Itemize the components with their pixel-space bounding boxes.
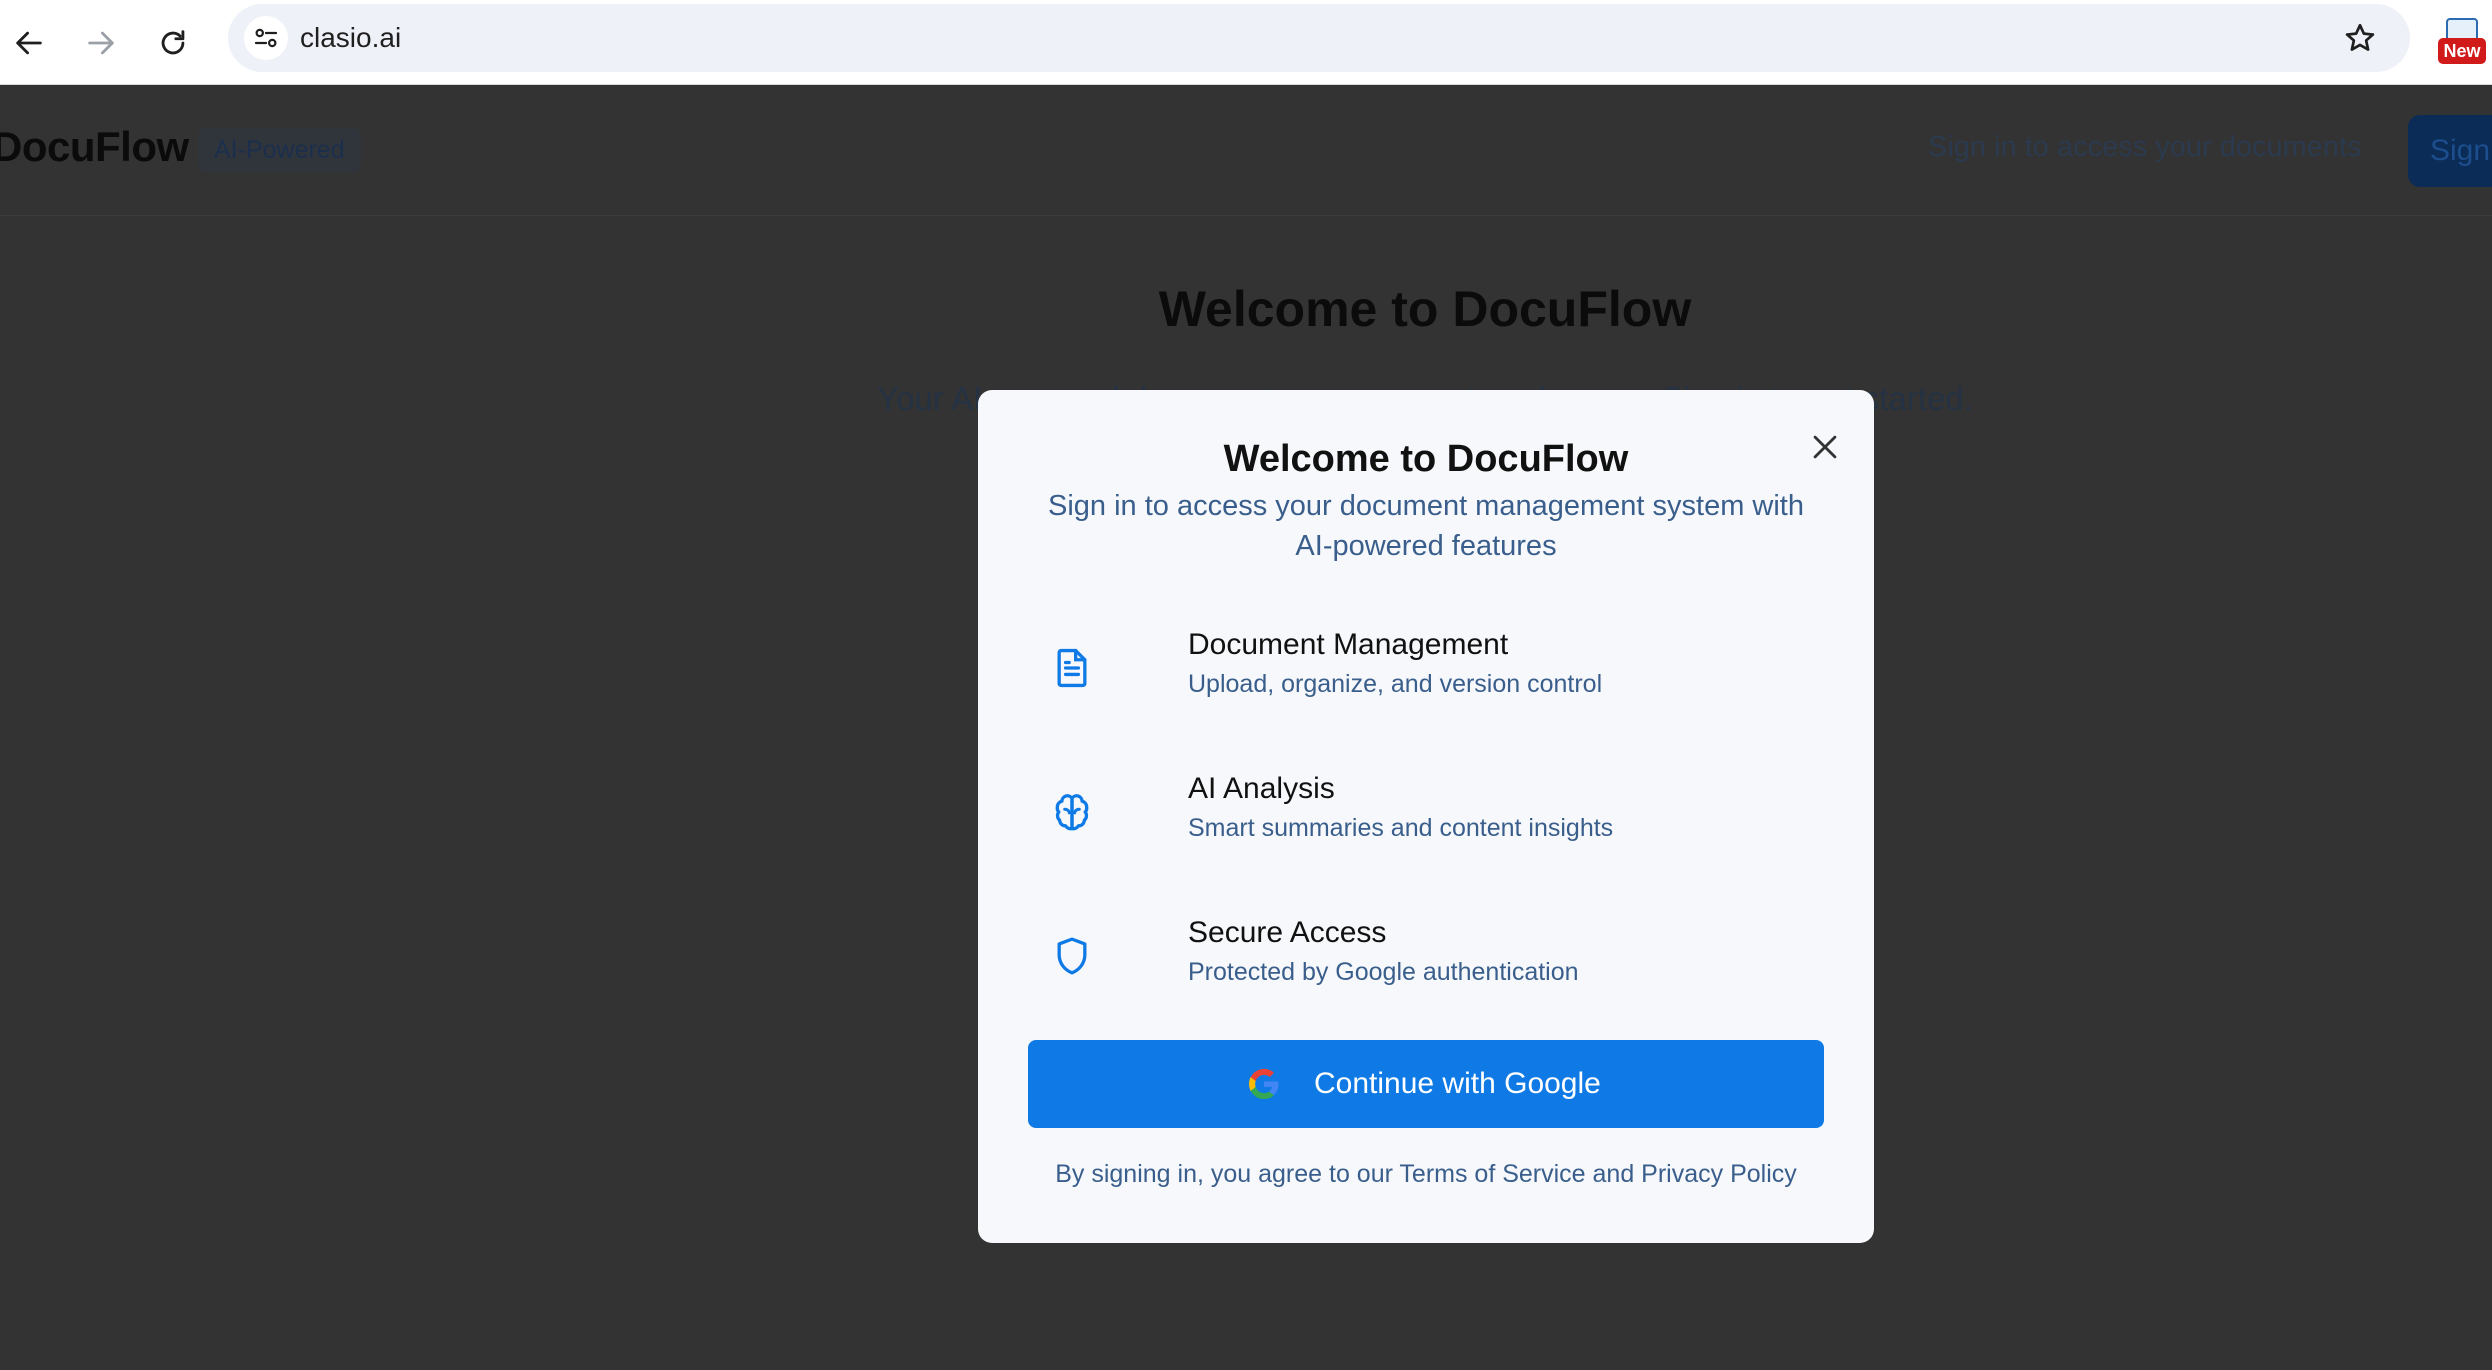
extension-button[interactable]: New bbox=[2438, 18, 2486, 66]
feature-ai-analysis: AI Analysis Smart summaries and content … bbox=[1050, 772, 1810, 852]
feature-document-management: Document Management Upload, organize, an… bbox=[1050, 628, 1810, 708]
app-header: DocuFlow AI-Powered Sign in to access yo… bbox=[0, 85, 2492, 216]
address-bar[interactable]: clasio.ai bbox=[228, 4, 2410, 72]
reload-button[interactable] bbox=[144, 14, 202, 72]
bookmark-star-icon[interactable] bbox=[2342, 20, 2378, 56]
tune-icon bbox=[254, 28, 278, 48]
feature-title: AI Analysis bbox=[1188, 772, 1335, 805]
url-text[interactable]: clasio.ai bbox=[300, 4, 401, 72]
feature-description: Upload, organize, and version control bbox=[1188, 670, 1603, 698]
forward-arrow-icon bbox=[88, 31, 114, 55]
browser-toolbar: clasio.ai New bbox=[0, 0, 2492, 85]
brand-logo[interactable]: DocuFlow bbox=[0, 123, 189, 171]
feature-title: Secure Access bbox=[1188, 916, 1387, 949]
extension-new-badge: New bbox=[2438, 38, 2486, 64]
back-button[interactable] bbox=[0, 14, 58, 72]
back-arrow-icon bbox=[16, 31, 42, 55]
feature-secure-access: Secure Access Protected by Google authen… bbox=[1050, 916, 1810, 996]
legal-notice: By signing in, you agree to our Terms of… bbox=[1055, 1160, 1797, 1188]
continue-with-google-button[interactable]: Continue with Google bbox=[1028, 1040, 1824, 1128]
google-logo-icon bbox=[1248, 1068, 1279, 1099]
document-icon bbox=[1057, 648, 1087, 688]
reload-icon bbox=[161, 30, 185, 55]
hero-title: Welcome to DocuFlow bbox=[1158, 281, 1692, 337]
feature-title: Document Management bbox=[1188, 628, 1509, 661]
shield-icon bbox=[1057, 937, 1087, 975]
ai-powered-badge: AI-Powered bbox=[198, 128, 361, 172]
forward-button[interactable] bbox=[72, 14, 130, 72]
header-signin-button[interactable]: Sign bbox=[2408, 115, 2492, 187]
feature-description: Protected by Google authentication bbox=[1188, 958, 1579, 986]
header-signin-note: Sign in to access your documents bbox=[1928, 131, 2362, 163]
signin-modal: Welcome to DocuFlow Sign in to access yo… bbox=[978, 390, 1874, 1243]
modal-subtitle: Sign in to access your document manageme… bbox=[1048, 490, 1804, 562]
site-info-button[interactable] bbox=[244, 16, 288, 60]
feature-description: Smart summaries and content insights bbox=[1188, 814, 1614, 842]
google-button-label: Continue with Google bbox=[1314, 1067, 1601, 1100]
modal-title: Welcome to DocuFlow bbox=[1223, 438, 1629, 480]
brain-icon bbox=[1055, 794, 1089, 831]
